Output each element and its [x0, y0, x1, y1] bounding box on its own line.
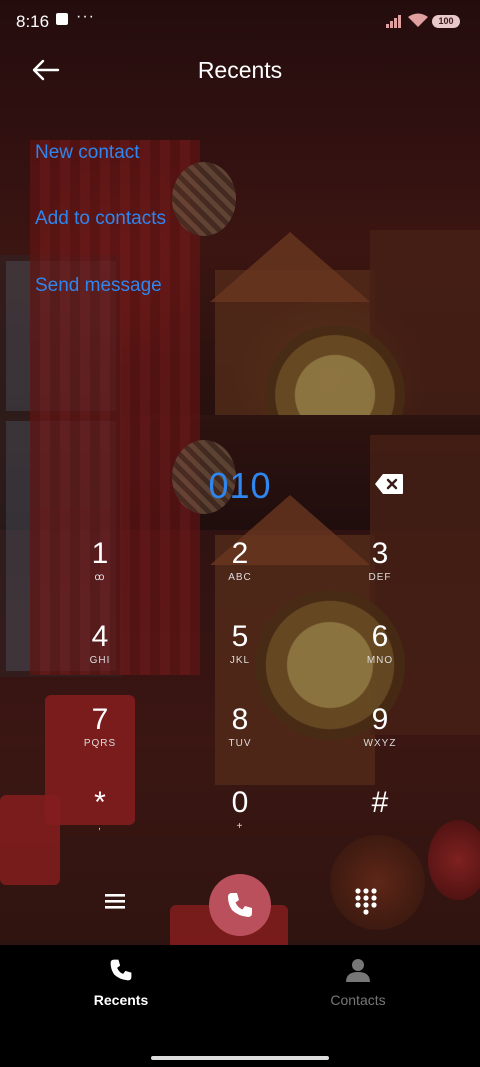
battery-indicator: 100 [432, 15, 460, 28]
key-hash[interactable]: # [325, 783, 435, 861]
page-title: Recents [197, 57, 283, 83]
signal-icon [386, 15, 401, 28]
key-1[interactable]: 1 ꝏ [45, 534, 155, 612]
voicemail-icon: ꝏ [94, 572, 106, 583]
status-bar: 8:16 ··· 100 [0, 0, 480, 42]
send-message-link[interactable]: Send message [35, 275, 162, 297]
more-notifications-icon: ··· [76, 8, 95, 25]
tab-recents-label: Recents [93, 992, 149, 1008]
status-time: 8:16 [16, 12, 50, 31]
key-0[interactable]: 0 + [185, 783, 295, 861]
tab-contacts[interactable]: Contacts [278, 957, 438, 1008]
bottom-nav: Recents Contacts [0, 945, 480, 1067]
backspace-icon[interactable] [374, 473, 404, 495]
key-8[interactable]: 8 TUV [185, 700, 295, 778]
phone-icon [110, 959, 132, 981]
key-5[interactable]: 5 JKL [185, 617, 295, 695]
key-3[interactable]: 3 DEF [325, 534, 435, 612]
new-contact-link[interactable]: New contact [35, 142, 140, 164]
person-icon [346, 959, 370, 982]
add-to-contacts-link[interactable]: Add to contacts [35, 208, 166, 230]
menu-icon[interactable] [100, 888, 130, 914]
key-star[interactable]: * , [45, 783, 155, 861]
key-2[interactable]: 2 ABC [185, 534, 295, 612]
wifi-icon [408, 13, 428, 27]
key-6[interactable]: 6 MNO [325, 617, 435, 695]
notification-icon [56, 13, 68, 25]
home-indicator[interactable] [151, 1056, 329, 1060]
dialpad-icon[interactable] [354, 886, 378, 916]
key-9[interactable]: 9 WXYZ [325, 700, 435, 778]
tab-contacts-label: Contacts [330, 992, 386, 1008]
call-button[interactable] [209, 874, 271, 936]
key-4[interactable]: 4 GHI [45, 617, 155, 695]
key-7[interactable]: 7 PQRS [45, 700, 155, 778]
phone-icon [228, 893, 252, 917]
tab-recents[interactable]: Recents [41, 957, 201, 1008]
dialed-number[interactable]: 010 [0, 465, 480, 507]
